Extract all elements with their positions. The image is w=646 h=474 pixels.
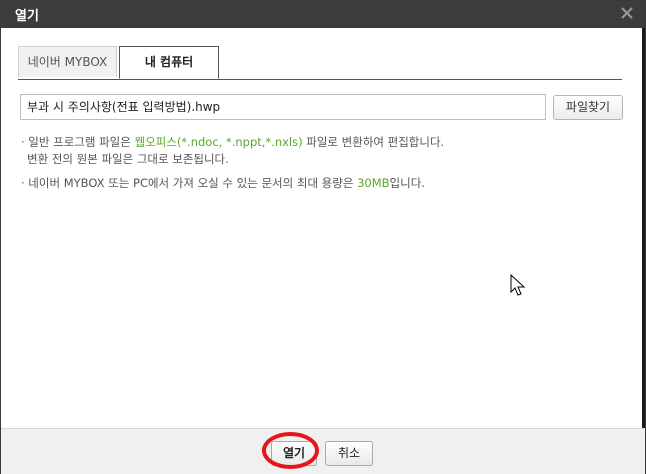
supported-formats: 웹오피스(*.ndoc, *.nppt,*.nxls) <box>134 135 303 149</box>
find-file-button[interactable]: 파일찾기 <box>553 95 623 120</box>
mouse-cursor-icon <box>510 273 526 298</box>
source-tabs: 네이버 MYBOX 내 컴퓨터 <box>18 46 622 80</box>
dialog-footer: 열기 취소 <box>1 428 645 474</box>
file-path-field[interactable]: 부과 시 주의사항(전표 입력방법).hwp <box>20 94 546 120</box>
dialog-title: 열기 <box>15 9 39 24</box>
note-line-1: · 일반 프로그램 파일은 웹오피스(*.ndoc, *.nppt,*.nxls… <box>21 135 445 149</box>
window-edge <box>642 28 645 428</box>
max-size: 30MB <box>357 176 390 190</box>
note-line-2: 변환 전의 원본 파일은 그대로 보존됩니다. <box>27 152 229 166</box>
cancel-button[interactable]: 취소 <box>325 441 373 466</box>
dialog-titlebar: 열기 <box>1 1 645 28</box>
tab-my-computer[interactable]: 내 컴퓨터 <box>119 46 219 79</box>
open-file-dialog: 열기 네이버 MYBOX 내 컴퓨터 부과 시 주의사항(전표 입력방법).hw… <box>0 0 646 474</box>
annotation-circle <box>262 432 319 469</box>
tab-naver-mybox[interactable]: 네이버 MYBOX <box>18 46 117 77</box>
close-icon[interactable] <box>619 5 635 21</box>
note-line-3: · 네이버 MYBOX 또는 PC에서 가져 오실 수 있는 문서의 최대 용량… <box>21 176 425 190</box>
